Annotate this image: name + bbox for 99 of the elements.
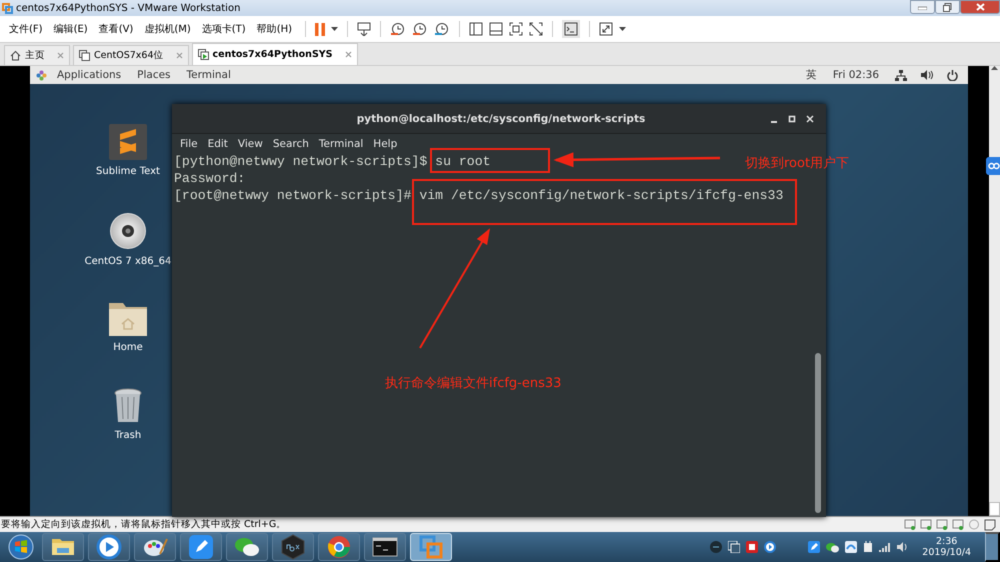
close-icon <box>976 3 984 11</box>
icon-label[interactable]: CentOS 7 x86_64 <box>84 256 172 267</box>
menu-item[interactable]: Help <box>368 138 402 150</box>
tab[interactable]: centos7x64PythonSYS <box>192 43 358 65</box>
terminal-line: Password: <box>174 170 246 187</box>
menu-item[interactable]: 查看(V) <box>94 22 138 36</box>
vm-icon <box>79 50 90 61</box>
status-message: 要将输入定向到该虚拟机，请将鼠标指针移入其中或按 Ctrl+G。 <box>1 518 288 531</box>
taskbar-button[interactable] <box>180 533 222 561</box>
disc-icon[interactable] <box>108 212 147 250</box>
menu-item[interactable]: 编辑(E) <box>50 22 92 36</box>
window-title: centos7x64PythonSYS - VMware Workstation <box>16 2 242 14</box>
taskbar-button[interactable] <box>272 533 314 561</box>
icon-label[interactable]: Sublime Text <box>96 166 160 177</box>
menu-item[interactable]: Terminal <box>180 69 237 81</box>
menu-item[interactable]: 虚拟机(M) <box>140 22 195 36</box>
show-desktop-button[interactable] <box>985 532 1000 562</box>
play-icon <box>96 534 122 560</box>
tab[interactable]: CentOS7x64位 <box>73 45 188 65</box>
menu-item[interactable]: 文件(F) <box>5 22 47 36</box>
restore-button[interactable] <box>935 0 960 14</box>
menu-item[interactable]: File <box>175 138 203 150</box>
caret-icon[interactable] <box>619 27 626 31</box>
device-icon[interactable] <box>936 519 948 530</box>
stretch-icon[interactable] <box>599 22 614 36</box>
volume-icon[interactable] <box>897 542 908 552</box>
terminal-line: [root@netwwy network-scripts]# vim /etc/sysconfig/network-scripts/ifcfg-ens33 <box>174 187 784 204</box>
taskbar-button[interactable] <box>364 533 406 561</box>
network-icon[interactable] <box>895 70 907 80</box>
restore-icon <box>943 2 952 12</box>
app-logo-icon <box>2 2 13 14</box>
clock[interactable]: Fri 02:36 <box>832 69 879 81</box>
sidebar-icon[interactable] <box>469 22 484 36</box>
pen-icon <box>188 534 214 560</box>
close-button[interactable] <box>960 0 1000 14</box>
pen-icon[interactable] <box>808 541 820 553</box>
menu-item[interactable]: Terminal <box>314 138 368 150</box>
menu-item[interactable]: Applications <box>51 69 128 81</box>
annotation-text: 切换到root用户下 <box>745 155 850 172</box>
taskbar-button[interactable] <box>226 533 268 561</box>
circle-icon[interactable] <box>710 541 722 553</box>
plug-icon[interactable] <box>863 541 874 553</box>
pause-icon[interactable] <box>315 22 326 36</box>
device-icon[interactable] <box>904 519 916 530</box>
cloud-icon[interactable] <box>845 541 858 553</box>
tab-label: CentOS7x64位 <box>94 49 164 62</box>
windows-stack-icon[interactable] <box>728 541 740 553</box>
maximize-icon[interactable] <box>788 114 796 122</box>
squares-icon <box>418 534 444 560</box>
menu-item[interactable]: Edit <box>202 138 233 150</box>
browser-icon <box>326 534 352 560</box>
menu-item[interactable]: Places <box>131 69 177 81</box>
tab-label: centos7x64PythonSYS <box>212 49 333 60</box>
sublime-logo-icon[interactable] <box>108 124 147 160</box>
windows-logo-icon <box>8 534 34 560</box>
clock-icon[interactable] <box>412 22 428 36</box>
power-icon[interactable] <box>947 70 958 80</box>
flower-icon <box>36 70 47 80</box>
console-icon[interactable] <box>562 20 580 38</box>
tab[interactable]: 主页 <box>4 45 70 65</box>
clock-date[interactable]: 2019/10/4 <box>922 547 971 558</box>
trash-icon[interactable] <box>114 388 142 424</box>
clock-icon[interactable] <box>434 22 450 36</box>
play-icon[interactable] <box>764 541 776 553</box>
note-icon[interactable] <box>984 518 996 530</box>
menu-item[interactable]: 帮助(H) <box>252 22 296 36</box>
tab-label: 主页 <box>25 49 45 62</box>
folder-icon[interactable] <box>109 300 147 336</box>
caret-icon[interactable] <box>331 27 338 31</box>
panel-icon[interactable] <box>489 22 504 36</box>
annotation-text: 执行命令编辑文件ifcfg-ens33 <box>385 375 562 392</box>
icon-label[interactable]: Trash <box>114 430 142 441</box>
volume-icon[interactable] <box>921 70 933 80</box>
taskbar-button[interactable] <box>318 533 360 561</box>
minimize-icon <box>918 4 927 10</box>
chat-bubbles-icon[interactable] <box>826 542 840 552</box>
input-method-indicator[interactable]: 英 <box>806 68 817 82</box>
menu-item[interactable]: Search <box>268 138 314 150</box>
device-icon[interactable] <box>952 519 964 530</box>
terminal-line: [python@netwwy network-scripts]$ su root <box>174 153 491 170</box>
link-icon[interactable] <box>986 157 1000 175</box>
taskbar-button[interactable] <box>88 533 130 561</box>
hexagon-icon <box>280 534 306 560</box>
home-icon <box>10 50 21 61</box>
vm-running-icon <box>198 49 208 60</box>
clock-time[interactable]: 2:36 <box>936 536 958 547</box>
taskbar-button[interactable] <box>42 533 84 561</box>
crossed-frame-icon[interactable] <box>529 22 544 36</box>
fullscreen-icon[interactable] <box>509 22 524 36</box>
clock-icon[interactable] <box>390 22 406 36</box>
app-icon[interactable] <box>746 541 758 553</box>
menu-item[interactable]: 选项卡(T) <box>198 22 250 36</box>
window-title: python@localhost:/etc/sysconfig/network-scripts <box>356 112 646 124</box>
signal-icon[interactable] <box>879 542 892 552</box>
device-icon[interactable] <box>920 519 932 530</box>
menu-item[interactable]: View <box>232 138 268 150</box>
icon-label[interactable]: Home <box>113 342 143 353</box>
taskbar-button[interactable] <box>134 533 176 561</box>
monitor-arrow-icon[interactable] <box>357 22 372 36</box>
